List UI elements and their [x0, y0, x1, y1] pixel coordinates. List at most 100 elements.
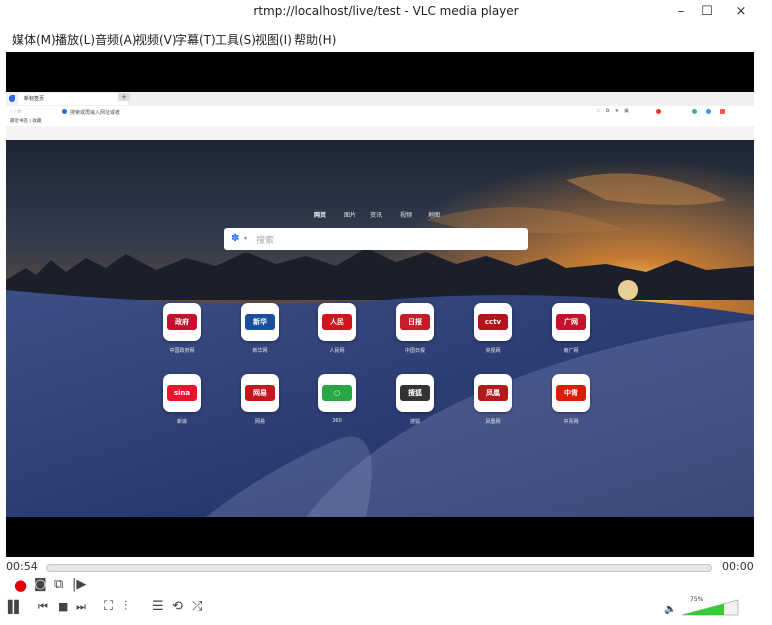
nav-news[interactable]: 资讯 [370, 210, 382, 219]
loop-ab-button[interactable]: ⧉ [54, 578, 63, 592]
browser-tab-title: 新标签页 [24, 96, 45, 102]
nav-video[interactable]: 视频 [400, 210, 412, 219]
pause-button[interactable]: ▌▌ [8, 600, 24, 614]
menu-bar: 媒体(M) 播放(L) 音频(A) 视频(V) 字幕(T) 工具(S) 视图(I… [0, 26, 772, 50]
menu-help[interactable]: 帮助(H) [294, 31, 336, 48]
stop-button[interactable]: ■ [58, 600, 68, 614]
shortcut-label: 中国日报 [404, 348, 425, 354]
shortcut-logo-icon: cctv [478, 314, 508, 330]
next-button[interactable]: ⏭ [76, 600, 86, 614]
streamed-browser-frame: 新标签页 × + ‹ › ⟳ 搜索或再输入网址或者 ☆✿★▣ 最近书签 | 收藏 [6, 92, 754, 517]
loop-button[interactable]: ⟲ [172, 600, 183, 614]
menu-subtitle[interactable]: 字幕(T) [175, 31, 216, 48]
menu-playback[interactable]: 播放(L) [55, 31, 95, 48]
shortcut-logo-icon: ○ [322, 385, 352, 401]
shortcut-tile[interactable]: 广网 [552, 303, 590, 341]
shortcut-tile[interactable]: 网易 [241, 374, 279, 412]
nav-images[interactable]: 图片 [344, 210, 356, 219]
shortcut-logo-icon: 中青 [556, 385, 586, 401]
pause-icon: ▌▌ [8, 600, 24, 614]
camera-icon: ◙ [34, 577, 47, 592]
menu-audio[interactable]: 音频(A) [95, 31, 137, 48]
volume-label: 75% [690, 596, 704, 603]
chevron-down-icon: ▾ [244, 235, 248, 242]
equalizer-icon: ⫶ [124, 599, 128, 614]
maximize-button[interactable]: ☐ [694, 2, 720, 22]
browser-address-text: 搜索或再输入网址或者 [70, 110, 121, 116]
shortcut-logo-icon: 凤凰 [478, 385, 508, 401]
extension-pink-icon [720, 109, 725, 114]
shortcut-tile[interactable]: 凤凰 [474, 374, 512, 412]
remaining-time: 00:00 [722, 560, 754, 573]
seek-slider[interactable] [46, 564, 712, 572]
nav-web[interactable]: 网页 [314, 210, 326, 219]
newtab-background: 网页 图片 资讯 视频 地图 ✽ ▾ 搜索 政府 中国政府网 新华 新华网 人民… [6, 140, 754, 517]
shortcut-tile[interactable]: 中青 [552, 374, 590, 412]
extension-blue-icon [706, 109, 711, 114]
shortcut-label: 360 [332, 418, 342, 424]
extension-green-icon [692, 109, 697, 114]
fullscreen-icon: ⛶ [104, 599, 114, 614]
shortcut-label: 网易 [254, 419, 265, 425]
shortcut-logo-icon: sina [167, 385, 197, 401]
shortcut-label: 人民网 [329, 348, 345, 354]
speaker-icon[interactable]: 🔈 [664, 603, 676, 617]
stop-icon: ■ [58, 600, 69, 613]
shortcut-tile[interactable]: 政府 [163, 303, 201, 341]
menu-tools[interactable]: 工具(S) [215, 31, 256, 48]
shortcut-tile[interactable]: cctv [474, 303, 512, 341]
shortcut-logo-icon: 新华 [245, 314, 275, 330]
menu-media[interactable]: 媒体(M) [12, 31, 56, 48]
fullscreen-button[interactable]: ⛶ [104, 600, 113, 614]
frame-step-button[interactable]: |▶ [72, 578, 86, 592]
menu-view[interactable]: 视图(I) [255, 31, 292, 48]
shortcut-logo-icon: 日报 [400, 314, 430, 330]
shortcut-label: 新浪 [176, 419, 187, 425]
shortcut-tile[interactable]: 新华 [241, 303, 279, 341]
shortcut-tile[interactable]: sina [163, 374, 201, 412]
browser-new-tab-icon: + [118, 93, 130, 101]
video-display[interactable]: 新标签页 × + ‹ › ⟳ 搜索或再输入网址或者 ☆✿★▣ 最近书签 | 收藏 [6, 52, 754, 557]
shortcut-logo-icon: 人民 [322, 314, 352, 330]
shortcut-label: 中国政府网 [169, 348, 195, 354]
next-icon: ⏭ [76, 600, 86, 613]
shortcut-logo-icon: 搜狐 [400, 385, 430, 401]
playlist-icon: ☰ [152, 599, 164, 614]
shortcut-tile[interactable]: 日报 [396, 303, 434, 341]
volume-wedge [681, 599, 739, 616]
shortcut-tile[interactable]: 人民 [318, 303, 356, 341]
minimize-button[interactable]: – [668, 2, 694, 22]
title-bar: rtmp://localhost/live/test - VLC media p… [0, 0, 772, 24]
bookmarks-text: 最近书签 | 收藏 [10, 119, 42, 124]
snapshot-button[interactable]: ◙ [34, 578, 47, 592]
window-title: rtmp://localhost/live/test - VLC media p… [253, 4, 519, 18]
previous-icon: ⏮ [38, 600, 48, 613]
menu-video[interactable]: 视频(V) [135, 31, 177, 48]
shortcut-label: 中青网 [563, 419, 579, 425]
nav-maps[interactable]: 地图 [428, 210, 440, 219]
shortcut-tile[interactable]: 搜狐 [396, 374, 434, 412]
frame-step-icon: |▶ [72, 577, 87, 592]
browser-bookmarks-bar: 最近书签 | 收藏 [6, 118, 754, 126]
shortcut-logo-icon: 广网 [556, 314, 586, 330]
shortcut-label: 搜狐 [409, 419, 420, 425]
browser-toolbar-icons: ☆✿★▣ [596, 108, 634, 114]
shortcut-tile[interactable]: ○ [318, 374, 356, 412]
shuffle-button[interactable]: ⤮ [192, 600, 202, 614]
loop-ab-icon: ⧉ [54, 577, 64, 592]
shortcut-label: 凤凰网 [485, 419, 501, 425]
shortcut-logo-icon: 政府 [167, 314, 197, 330]
landscape-wallpaper [6, 140, 754, 517]
volume-slider[interactable]: 75% [680, 596, 740, 616]
previous-button[interactable]: ⏮ [38, 600, 48, 614]
extension-red-icon [656, 109, 661, 114]
shortcut-label: 南广网 [563, 348, 579, 354]
search-placeholder: 搜索 [256, 236, 275, 246]
playlist-button[interactable]: ☰ [152, 600, 164, 614]
newtab-search-box[interactable]: ✽ ▾ 搜索 [224, 228, 528, 250]
close-button[interactable]: × [728, 2, 754, 22]
record-button[interactable]: ● [14, 578, 27, 593]
elapsed-time: 00:54 [6, 560, 38, 573]
extended-settings-button[interactable]: ⫶ [124, 600, 127, 614]
browser-tab: 新标签页 × [18, 93, 128, 105]
